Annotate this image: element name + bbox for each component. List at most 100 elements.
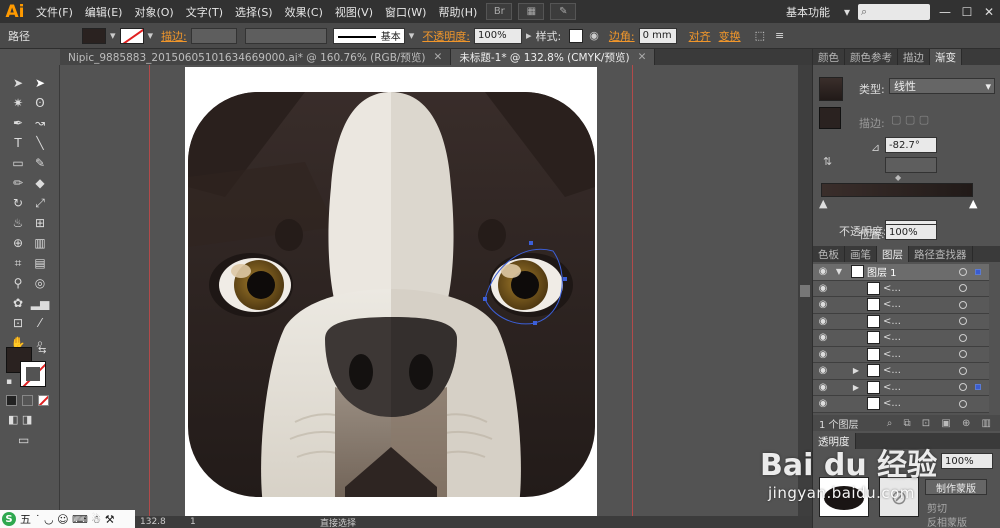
tab-pathfinder[interactable]: 路径查找器 — [909, 246, 973, 262]
symbol-sprayer-tool-icon[interactable]: ✿ — [8, 293, 28, 313]
expand-triangle-icon[interactable]: ▶ — [845, 383, 867, 392]
blend-tool-icon[interactable]: ◎ — [30, 273, 50, 293]
visibility-eye-icon[interactable]: ◉ — [813, 332, 833, 343]
none-mode-icon[interactable] — [38, 395, 49, 406]
eraser-tool-icon[interactable]: ◆ — [30, 173, 50, 193]
tab-color-guide[interactable]: 颜色参考 — [845, 49, 898, 65]
swap-fill-stroke-icon[interactable]: ⇆ — [38, 345, 46, 356]
selection-indicator[interactable] — [975, 268, 981, 275]
menu-item[interactable]: 窗口(W) — [379, 4, 432, 20]
sublayer-row[interactable]: ◉ <... — [813, 330, 989, 347]
visibility-eye-icon[interactable]: ◉ — [813, 316, 833, 327]
reverse-gradient-icon[interactable]: ⇅ — [823, 155, 832, 168]
scale-tool-icon[interactable]: ⤢ — [30, 193, 50, 213]
workspace-switcher[interactable]: 基本功能 — [786, 4, 830, 20]
tab-stroke[interactable]: 描边 — [898, 49, 930, 65]
type-tool-icon[interactable]: T — [8, 133, 28, 153]
gradient-slider[interactable] — [821, 183, 973, 197]
menu-item[interactable]: 帮助(H) — [432, 4, 483, 20]
sublayer-row[interactable]: ◉ <... — [813, 346, 989, 363]
target-circle-icon[interactable] — [959, 284, 967, 293]
color-stop-left[interactable]: ▲ — [819, 197, 827, 210]
perspective-grid-tool-icon[interactable]: ▥ — [30, 233, 50, 253]
visibility-eye-icon[interactable]: ◉ — [813, 365, 833, 376]
ime-tools-icons[interactable]: ˙ ◡ ☺ ⌨ ☃ ⚒ — [35, 513, 115, 526]
target-circle-icon[interactable] — [959, 300, 967, 309]
corner-link[interactable]: 边角: — [609, 28, 635, 44]
draw-mode-icon[interactable]: ◧ ◨ — [8, 413, 32, 426]
scroll-thumb[interactable] — [800, 285, 810, 297]
gradient-mode-icon[interactable] — [22, 395, 33, 406]
color-stop-right[interactable]: ▲ — [969, 197, 977, 210]
free-transform-tool-icon[interactable]: ⊞ — [30, 213, 50, 233]
transform-link[interactable]: 变换 — [719, 28, 741, 44]
target-circle-icon[interactable] — [959, 333, 967, 342]
stroke-weight-link[interactable]: 描边: — [161, 28, 187, 44]
target-circle-icon[interactable] — [959, 350, 967, 359]
visibility-eye-icon[interactable]: ◉ — [813, 382, 833, 393]
direct-selection-tool-icon[interactable]: ➤ — [30, 73, 50, 93]
tab-gradient[interactable]: 渐变 — [930, 49, 962, 65]
visibility-eye-icon[interactable]: ◉ — [813, 398, 833, 409]
column-graph-tool-icon[interactable]: ▂▅ — [30, 293, 50, 313]
clip-checkbox[interactable]: 剪切 — [927, 500, 947, 515]
corner-field[interactable]: 0 mm — [638, 27, 677, 44]
zoom-field[interactable]: 132.8 — [140, 517, 166, 527]
sublayer-row[interactable]: ◉ <... — [813, 297, 989, 314]
opacity-dropdown-icon[interactable]: ▸ — [526, 29, 532, 42]
line-tool-icon[interactable]: ╲ — [30, 133, 50, 153]
menu-item[interactable]: 文件(F) — [30, 4, 79, 20]
menu-item[interactable]: 对象(O) — [128, 4, 179, 20]
layer-row-main[interactable]: ◉ ▼ 图层 1 — [813, 264, 989, 281]
visibility-eye-icon[interactable]: ◉ — [813, 283, 833, 294]
menu-item[interactable]: 选择(S) — [229, 4, 279, 20]
lasso-tool-icon[interactable]: ʘ — [30, 93, 50, 113]
bridge-button[interactable]: Br — [486, 3, 513, 20]
curvature-tool-icon[interactable]: ↝ — [30, 113, 50, 133]
paintbrush-tool-icon[interactable]: ✎ — [30, 153, 50, 173]
fill-swatch[interactable] — [82, 27, 106, 44]
visibility-eye-icon[interactable]: ◉ — [813, 299, 833, 310]
selection-tool-icon[interactable]: ➤ — [8, 73, 28, 93]
selection-indicator[interactable] — [975, 384, 981, 391]
tab-brushes[interactable]: 画笔 — [845, 246, 877, 262]
tab-swatches[interactable]: 色板 — [813, 246, 845, 262]
mesh-tool-icon[interactable]: ⌗ — [8, 253, 28, 273]
gradient-preview-swatch[interactable] — [819, 77, 843, 101]
menu-item[interactable]: 文字(T) — [180, 4, 229, 20]
stop-position-field[interactable]: 100% — [885, 224, 937, 240]
gpu-preview-button[interactable]: ✎ — [550, 3, 577, 20]
close-icon[interactable]: ✕ — [434, 51, 443, 63]
magic-wand-tool-icon[interactable]: ✷ — [8, 93, 28, 113]
minimize-button[interactable]: — — [934, 3, 956, 21]
visibility-eye-icon[interactable]: ◉ — [813, 349, 833, 360]
sublayer-row[interactable]: ◉ ▶ <... — [813, 379, 989, 396]
sublayer-row[interactable]: ◉ ▶ <... — [813, 363, 989, 380]
recolor-icon[interactable]: ◉ — [589, 29, 599, 42]
sogou-logo[interactable]: S — [2, 512, 16, 526]
gradient-tool-icon[interactable]: ▤ — [30, 253, 50, 273]
tab-layers[interactable]: 图层 — [877, 246, 909, 262]
maximize-button[interactable]: ☐ — [956, 3, 978, 21]
rectangle-tool-icon[interactable]: ▭ — [8, 153, 28, 173]
aspect-ratio-field[interactable] — [885, 157, 937, 173]
brush-definition[interactable]: 基本 — [332, 27, 405, 44]
transparency-opacity-field[interactable]: 100% — [941, 453, 993, 469]
layers-footer-icons[interactable]: ⌕ ⧉ ⊡ ▣ ⊕ ▥ — [887, 418, 995, 429]
invert-mask-checkbox[interactable]: 反相蒙版 — [927, 514, 967, 528]
ime-mode-label[interactable]: 五 — [20, 511, 31, 527]
page-field[interactable]: 1 — [190, 517, 196, 527]
midpoint-diamond-icon[interactable]: ◆ — [895, 173, 901, 182]
fill-mini-swatch[interactable] — [819, 107, 841, 129]
eyedropper-tool-icon[interactable]: ⚲ — [8, 273, 28, 293]
default-colors-icon[interactable]: ▪ — [6, 377, 12, 387]
align-link[interactable]: 对齐 — [689, 28, 711, 44]
dog-illustration[interactable] — [185, 67, 597, 517]
sublayer-row[interactable]: ◉ <... — [813, 313, 989, 330]
variable-width-profile[interactable] — [244, 27, 327, 44]
isolate-icon[interactable]: ⬚ — [755, 29, 765, 42]
close-icon[interactable]: ✕ — [638, 51, 647, 63]
pen-tool-icon[interactable]: ✒ — [8, 113, 28, 133]
visibility-eye-icon[interactable]: ◉ — [813, 266, 833, 277]
stroke-dropdown-icon[interactable]: ▾ — [148, 29, 154, 42]
